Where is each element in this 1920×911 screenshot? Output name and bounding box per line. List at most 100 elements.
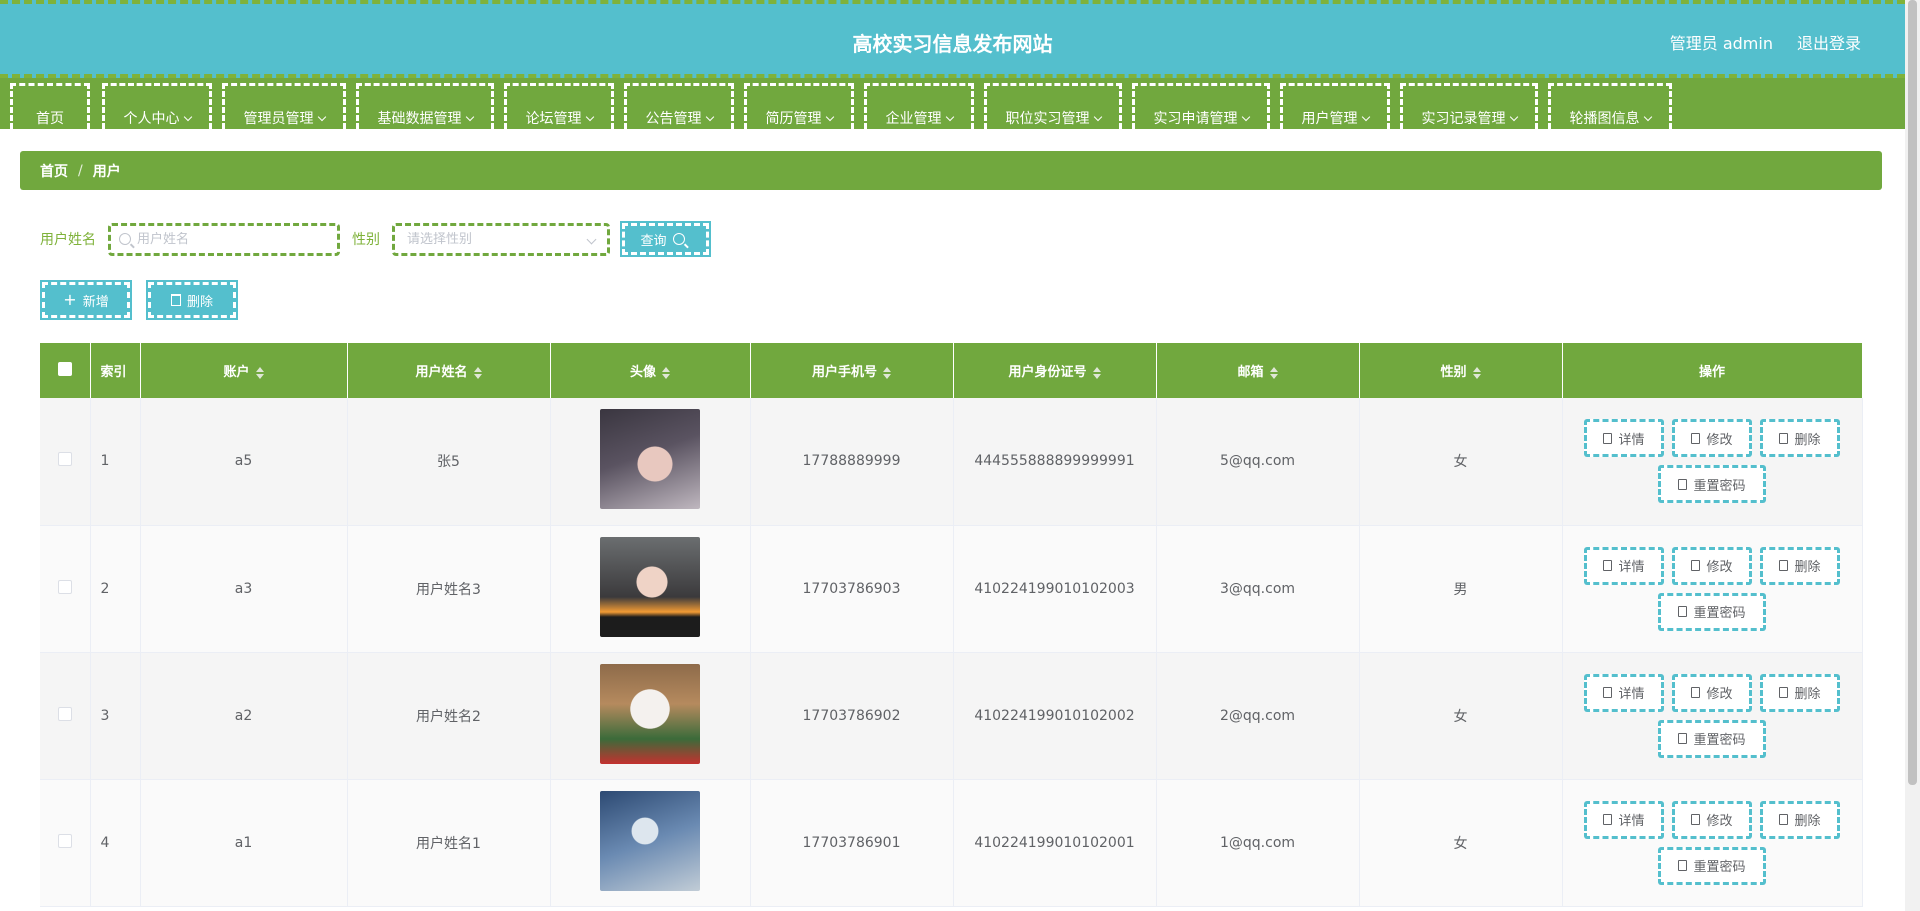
nav-item-label: 个人中心 <box>123 111 180 127</box>
row-select-cell[interactable] <box>40 398 91 526</box>
avatar <box>600 536 700 637</box>
sort-icon[interactable] <box>255 366 264 379</box>
select-all-checkbox[interactable] <box>57 361 72 376</box>
document-icon <box>1678 478 1688 490</box>
row-select-cell[interactable] <box>40 779 91 907</box>
avatar-cell <box>550 398 751 526</box>
nav-item-carousel[interactable]: 轮播图信息 <box>1548 83 1672 129</box>
gender-cell: 女 <box>1359 779 1563 907</box>
edit-button[interactable]: 修改 <box>1672 673 1752 712</box>
edit-button[interactable]: 修改 <box>1672 800 1752 839</box>
search-bar: 用户姓名 性别 查询 <box>40 221 711 257</box>
row-select-cell[interactable] <box>40 652 91 780</box>
chevron-down-icon <box>1509 112 1518 122</box>
nav-item-forum[interactable]: 论坛管理 <box>504 83 614 129</box>
batch-delete-button[interactable]: 删除 <box>146 280 238 320</box>
nav-item-internship-position[interactable]: 职位实习管理 <box>984 83 1122 129</box>
nav-item-label: 轮播图信息 <box>1569 111 1640 127</box>
index-cell: 3 <box>90 652 141 780</box>
id-card-cell: 444555888899999991 <box>953 398 1157 526</box>
select-all-header[interactable] <box>40 343 91 398</box>
column-header-avatar[interactable]: 头像 <box>550 343 751 398</box>
email-cell: 2@qq.com <box>1156 652 1360 780</box>
breadcrumb-separator: / <box>78 162 83 179</box>
trash-icon <box>1779 560 1789 571</box>
edit-button[interactable]: 修改 <box>1672 546 1752 585</box>
column-header-label: 索引 <box>100 365 127 380</box>
row-checkbox[interactable] <box>57 579 72 594</box>
column-header-email[interactable]: 邮箱 <box>1156 343 1360 398</box>
delete-button[interactable]: 删除 <box>1760 419 1840 458</box>
trash-icon <box>1779 814 1789 825</box>
name-cell: 张5 <box>347 398 551 526</box>
reset-password-button[interactable]: 重置密码 <box>1658 465 1766 504</box>
avatar-cell <box>550 779 751 907</box>
nav-item-user-management[interactable]: 用户管理 <box>1280 83 1390 129</box>
row-checkbox[interactable] <box>57 706 72 721</box>
reset-password-button[interactable]: 重置密码 <box>1658 846 1766 885</box>
delete-button[interactable]: 删除 <box>1760 800 1840 839</box>
chevron-down-icon <box>825 112 834 122</box>
nav-item-internship-application[interactable]: 实习申请管理 <box>1132 83 1270 129</box>
nav-item-home[interactable]: 首页 <box>10 83 90 129</box>
batch-delete-button-label: 删除 <box>186 294 213 310</box>
column-header-name[interactable]: 用户姓名 <box>347 343 551 398</box>
sort-icon[interactable] <box>1269 366 1278 379</box>
nav-item-personal-center[interactable]: 个人中心 <box>102 83 212 129</box>
nav-item-admin-management[interactable]: 管理员管理 <box>222 83 346 129</box>
delete-button-label: 删除 <box>1794 560 1821 575</box>
gender-select-input[interactable] <box>407 231 595 247</box>
nav-item-company[interactable]: 企业管理 <box>864 83 974 129</box>
breadcrumb-home[interactable]: 首页 <box>40 161 68 181</box>
detail-button[interactable]: 详情 <box>1584 800 1664 839</box>
nav-item-label: 首页 <box>36 111 64 127</box>
account-cell: a2 <box>140 652 348 780</box>
page-scrollbar[interactable] <box>1905 0 1920 911</box>
name-search-field[interactable] <box>108 222 340 256</box>
sort-icon[interactable] <box>1472 366 1481 379</box>
reset-password-button-label: 重置密码 <box>1693 860 1746 875</box>
avatar <box>600 790 700 891</box>
sort-icon[interactable] <box>883 366 891 379</box>
add-button[interactable]: + 新增 <box>40 280 132 320</box>
name-search-input[interactable] <box>137 231 337 247</box>
row-select-cell[interactable] <box>40 525 91 653</box>
reset-password-button[interactable]: 重置密码 <box>1658 719 1766 758</box>
edit-button-label: 修改 <box>1706 560 1733 575</box>
nav-item-resume[interactable]: 简历管理 <box>744 83 854 129</box>
detail-button[interactable]: 详情 <box>1584 673 1664 712</box>
column-header-id-card[interactable]: 用户身份证号 <box>953 343 1157 398</box>
edit-button[interactable]: 修改 <box>1672 419 1752 458</box>
site-title: 高校实习信息发布网站 <box>852 32 1053 56</box>
row-checkbox[interactable] <box>57 452 72 467</box>
table-row: 1 a5 张5 17788889999 444555888899999991 5… <box>40 398 1863 526</box>
detail-button[interactable]: 详情 <box>1584 419 1664 458</box>
query-button[interactable]: 查询 <box>620 221 711 257</box>
nav-item-internship-record[interactable]: 实习记录管理 <box>1400 83 1538 129</box>
nav-item-notice[interactable]: 公告管理 <box>624 83 734 129</box>
gender-select[interactable] <box>392 222 610 256</box>
scrollbar-thumb[interactable] <box>1908 0 1917 785</box>
sort-icon[interactable] <box>473 366 482 379</box>
nav-item-label: 实习记录管理 <box>1421 111 1506 127</box>
nav-item-base-data[interactable]: 基础数据管理 <box>356 83 494 129</box>
delete-button[interactable]: 删除 <box>1760 546 1840 585</box>
row-checkbox[interactable] <box>57 833 72 848</box>
gender-cell: 男 <box>1359 525 1563 653</box>
reset-password-button[interactable]: 重置密码 <box>1658 592 1766 631</box>
nav-item-label: 管理员管理 <box>243 111 314 127</box>
delete-button[interactable]: 删除 <box>1760 673 1840 712</box>
detail-button[interactable]: 详情 <box>1584 546 1664 585</box>
nav-item-label: 简历管理 <box>765 111 822 127</box>
column-header-account[interactable]: 账户 <box>140 343 348 398</box>
trash-icon <box>1779 432 1789 444</box>
chevron-down-icon <box>945 112 954 122</box>
header: 高校实习信息发布网站 管理员 admin 退出登录 <box>0 0 1905 78</box>
sort-icon[interactable] <box>1092 366 1101 379</box>
sort-icon[interactable] <box>662 366 670 379</box>
column-header-phone[interactable]: 用户手机号 <box>750 343 954 398</box>
column-header-gender[interactable]: 性别 <box>1359 343 1563 398</box>
logout-link[interactable]: 退出登录 <box>1797 30 1861 54</box>
chevron-down-icon <box>705 112 714 122</box>
document-icon <box>1678 606 1688 617</box>
